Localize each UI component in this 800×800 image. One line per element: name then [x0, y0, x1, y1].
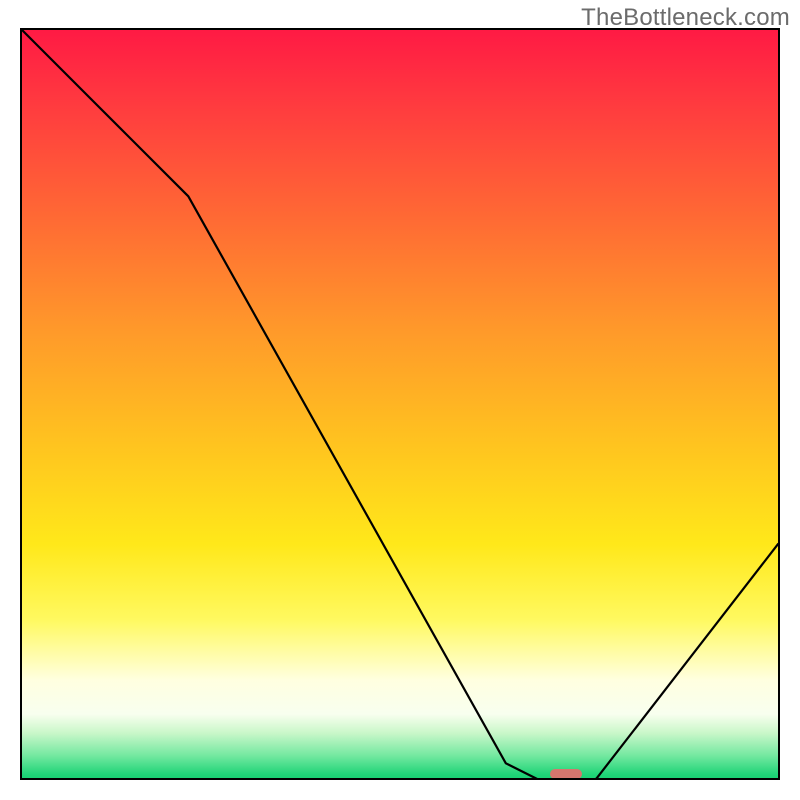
- optimal-marker: [550, 769, 582, 779]
- plot-area: [20, 28, 780, 780]
- watermark-text: TheBottleneck.com: [581, 4, 790, 32]
- bottleneck-curve: [22, 30, 778, 780]
- chart-frame: TheBottleneck.com: [0, 0, 800, 800]
